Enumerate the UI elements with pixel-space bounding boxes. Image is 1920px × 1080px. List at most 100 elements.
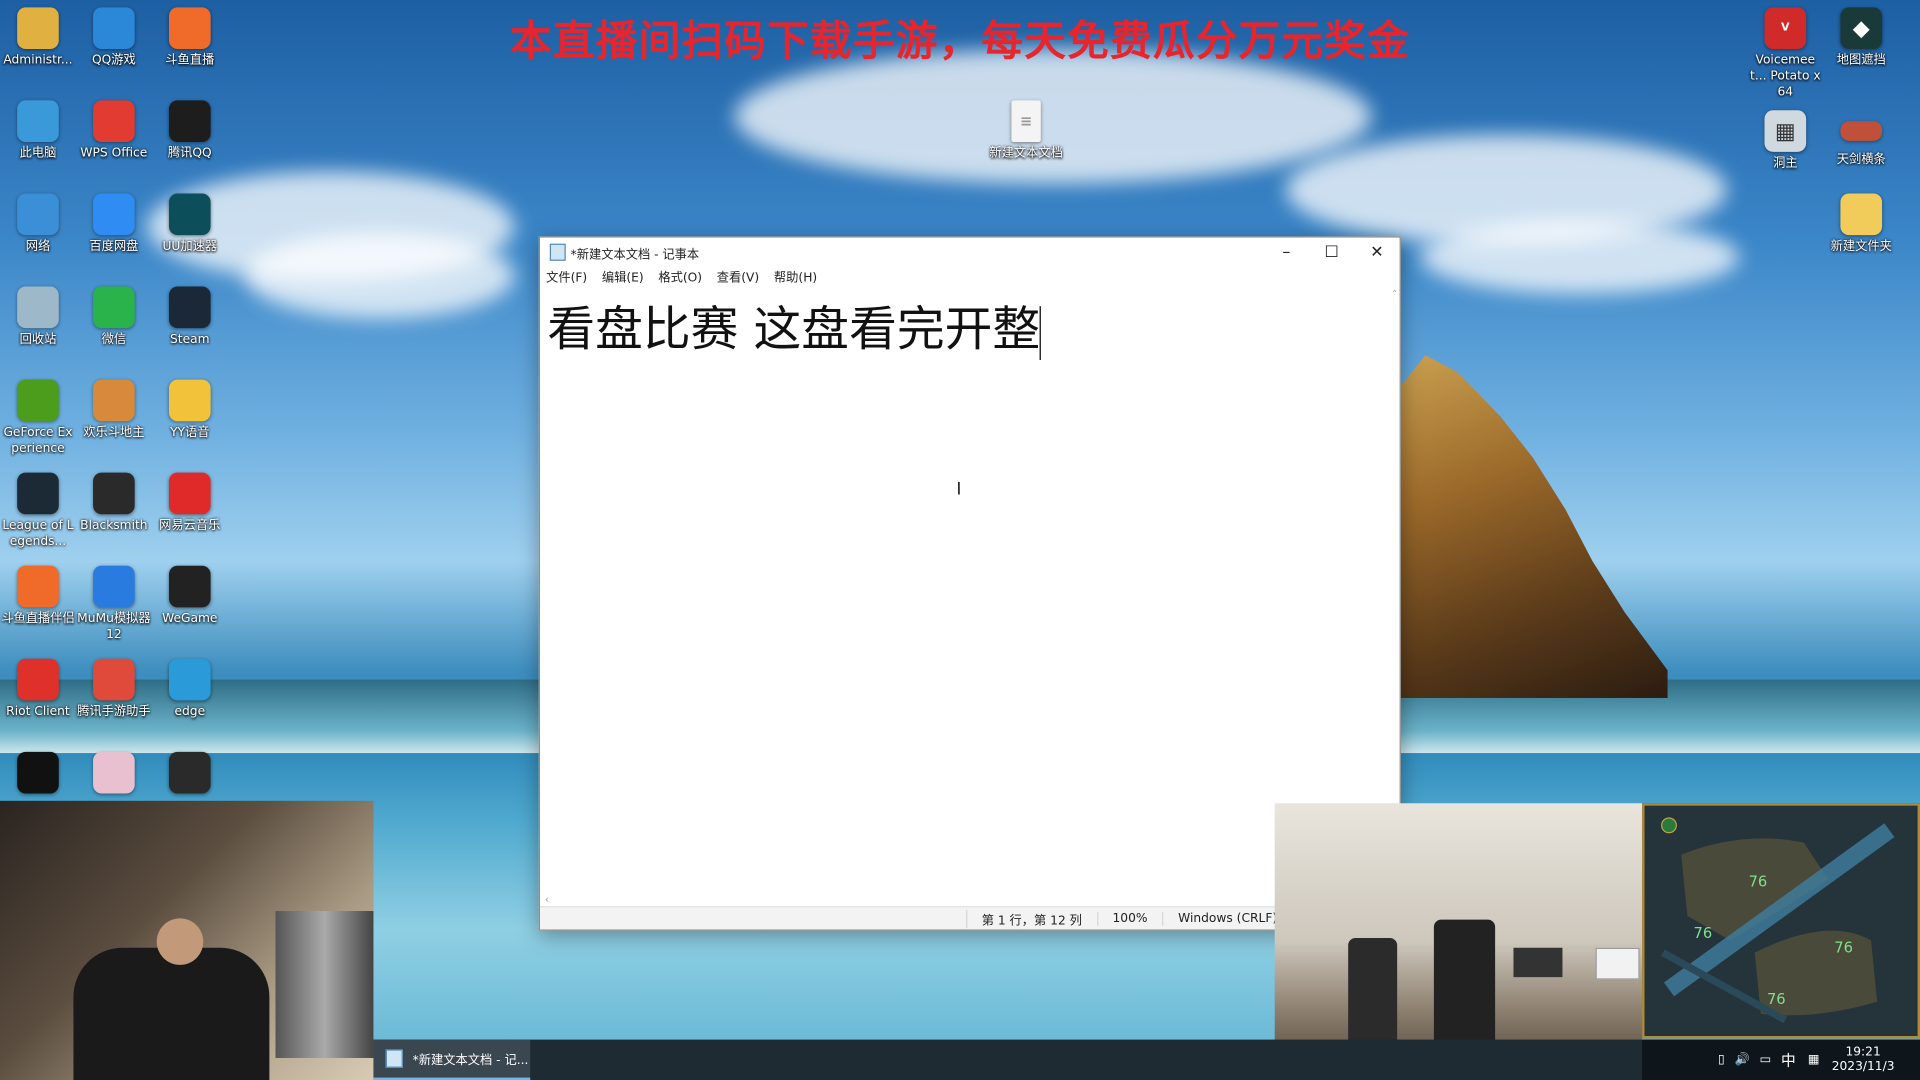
desktop-icon[interactable]: 腾讯QQ	[152, 100, 228, 161]
maximize-button[interactable]: ☐	[1309, 238, 1354, 267]
menu-edit[interactable]: 编辑(E)	[602, 267, 644, 288]
geforce-icon	[17, 379, 59, 422]
desktop-icon[interactable]: 回收站	[0, 286, 76, 348]
desktop-icon[interactable]	[0, 751, 76, 797]
desktop-icon-label: MuMu模拟器12	[77, 612, 151, 642]
desktop-icon[interactable]: Blacksmith	[76, 472, 152, 534]
desktop-icon-map-cover[interactable]: ◆ 地图遮挡	[1823, 7, 1899, 68]
wps-icon	[93, 100, 135, 143]
desktop-icon-new-folder[interactable]: 新建文件夹	[1823, 193, 1899, 254]
cloud	[1420, 220, 1739, 294]
desktop-icon[interactable]: 此电脑	[0, 100, 76, 161]
taskbar-item-notepad[interactable]: *新建文本文档 - 记...	[373, 1039, 531, 1080]
desktop-icon-label: edge	[174, 705, 206, 719]
recycle-bin-icon	[17, 286, 59, 329]
desktop-icon-dongzhu[interactable]: ▦ 洞主	[1747, 110, 1823, 171]
qq-game-icon	[93, 7, 135, 49]
cursor-position: 第 1 行，第 12 列	[965, 909, 1097, 928]
kk-icon	[17, 751, 59, 794]
desktop-icon[interactable]: MuMu模拟器12	[76, 565, 152, 643]
lol-icon	[17, 472, 59, 515]
cloud	[244, 232, 515, 319]
desktop-icon[interactable]: Steam	[152, 286, 228, 348]
desktop-icon-label: 欢乐斗地主	[83, 426, 145, 440]
volume-icon[interactable]: 🔊	[1735, 1053, 1750, 1066]
clock-time: 19:21	[1845, 1045, 1881, 1059]
appliance	[275, 911, 374, 1058]
douyu-icon	[168, 7, 211, 49]
usb-icon[interactable]: ▯	[1718, 1053, 1725, 1066]
desktop-icon[interactable]: 斗鱼直播	[152, 7, 228, 68]
text-editor[interactable]: 看盘比赛 这盘看完开整	[547, 291, 1385, 360]
wechat-icon	[93, 286, 135, 329]
zoom-level: 100%	[1096, 911, 1163, 926]
desktop-icon[interactable]: GeForce Experience	[0, 379, 76, 457]
desktop-icon[interactable]: WeGame	[152, 565, 228, 627]
desktop-icon[interactable]: Administr...	[0, 7, 76, 68]
ime-indicator[interactable]: 中	[1781, 1049, 1796, 1070]
close-button[interactable]: ✕	[1354, 238, 1399, 267]
anime-app-icon	[93, 751, 135, 794]
network-icon	[17, 193, 59, 236]
dongzhu-icon: ▦	[1764, 110, 1807, 152]
menu-view[interactable]: 查看(V)	[717, 267, 759, 288]
computer-icon	[17, 100, 59, 143]
menu-bar: 文件(F) 编辑(E) 格式(O) 查看(V) 帮助(H)	[540, 267, 1400, 288]
monitor	[1595, 947, 1640, 980]
desktop-icon[interactable]: 腾讯手游助手	[76, 658, 152, 720]
desktop-icon[interactable]: QQ游戏	[76, 7, 152, 68]
desktop: 本直播间扫码下载手游，每天免费瓜分万元奖金 Administr... QQ游戏 斗鱼…	[0, 0, 1920, 1080]
blacksmith-icon	[93, 472, 135, 515]
desktop-icon-label: 网易云音乐	[159, 519, 221, 533]
desktop-icon[interactable]: 网易云音乐	[152, 472, 228, 534]
menu-help[interactable]: 帮助(H)	[774, 267, 817, 288]
desktop-icon-label: YY语音	[170, 426, 210, 440]
desktop-icon[interactable]: edge	[152, 658, 228, 720]
clock[interactable]: 19:21 2023/11/3	[1832, 1045, 1895, 1074]
desktop-icon[interactable]: UU加速器	[152, 193, 228, 254]
ibeam-cursor-icon: I	[956, 480, 962, 500]
desktop-icon[interactable]: 欢乐斗地主	[76, 379, 152, 441]
network-icon[interactable]: ▭	[1760, 1053, 1772, 1066]
wegame-icon	[168, 565, 211, 608]
minimize-button[interactable]: –	[1264, 238, 1309, 267]
riot-icon	[17, 658, 59, 701]
desktop-icon[interactable]: Riot Client	[0, 658, 76, 720]
desktop-icon-label: 此电脑	[19, 146, 57, 161]
desktop-icon-label: 腾讯手游助手	[77, 705, 151, 719]
notepad-window[interactable]: *新建文本文档 - 记事本 – ☐ ✕ 文件(F) 编辑(E) 格式(O) 查看…	[538, 236, 1401, 931]
stream-banner: 本直播间扫码下载手游，每天免费瓜分万元奖金	[510, 17, 1411, 67]
desktop-icon[interactable]: 网络	[0, 193, 76, 254]
douyu-companion-icon	[17, 565, 59, 608]
system-tray: ▯ 🔊 ▭ 中 ▦ 19:21 2023/11/3	[1642, 1039, 1920, 1080]
taskbar-item-label: *新建文本文档 - 记...	[412, 1054, 529, 1068]
keyboard-icon[interactable]: ▦	[1808, 1053, 1820, 1066]
title-bar[interactable]: *新建文本文档 - 记事本 – ☐ ✕	[540, 238, 1400, 267]
scroll-left-arrow[interactable]: ‹	[545, 894, 549, 905]
desktop-icon[interactable]: League of Legends...	[0, 472, 76, 550]
desktop-icon[interactable]: 微信	[76, 286, 152, 348]
desktop-icon[interactable]	[152, 751, 228, 797]
desktop-icon-label: Administr...	[3, 53, 73, 68]
scroll-up-arrow[interactable]: ˄	[1392, 289, 1397, 300]
menu-format[interactable]: 格式(O)	[658, 267, 702, 288]
notepad-icon	[385, 1049, 403, 1068]
desktop-icon[interactable]: 斗鱼直播伴侣	[0, 565, 76, 627]
desktop-icon-text-document[interactable]: ≡ 新建文本文档	[987, 100, 1065, 161]
uu-icon	[168, 193, 211, 236]
desktop-icon[interactable]: YY语音	[152, 379, 228, 441]
desktop-icon-tianjian[interactable]: 天剑横条	[1823, 110, 1899, 168]
map-label: 76	[1834, 940, 1853, 957]
desktop-icon-label: 斗鱼直播伴侣	[1, 612, 75, 626]
cliff	[1398, 355, 1668, 698]
desktop-icon[interactable]: WPS Office	[76, 100, 152, 161]
desktop-icon-label: WeGame	[162, 612, 218, 626]
monitor	[1513, 947, 1563, 978]
desktop-icon-voicemeeter[interactable]: V Voicemeet... Potato x64	[1747, 7, 1823, 100]
obs-icon	[168, 751, 211, 794]
desktop-icon[interactable]	[76, 751, 152, 797]
steam-icon	[168, 286, 211, 329]
webcam-left	[0, 800, 374, 1080]
desktop-icon[interactable]: 百度网盘	[76, 193, 152, 254]
menu-file[interactable]: 文件(F)	[546, 267, 587, 288]
